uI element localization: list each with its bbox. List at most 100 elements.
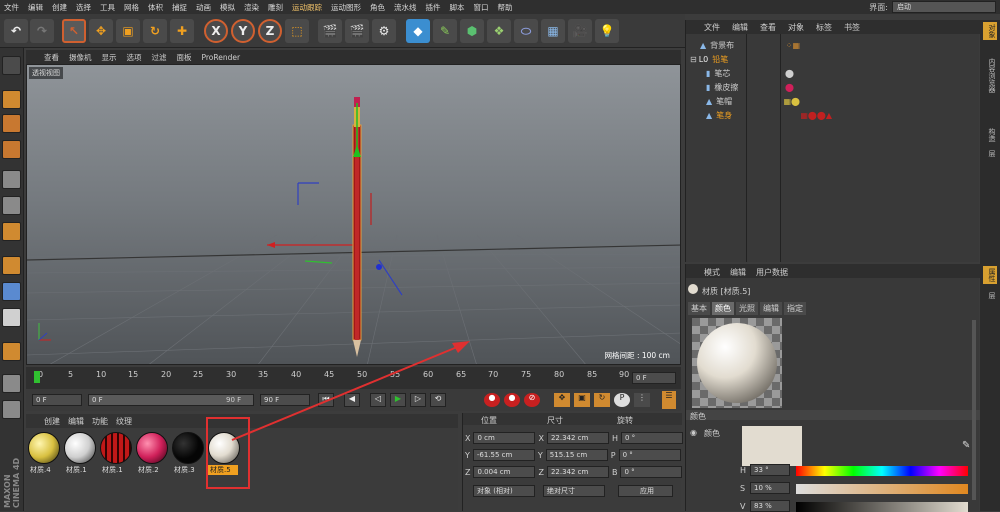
h-field[interactable]: 33 °: [750, 464, 790, 476]
subtab-lighting[interactable]: 光照: [736, 302, 758, 315]
menu-snap[interactable]: 捕捉: [172, 2, 187, 13]
autokey-icon[interactable]: ●: [504, 393, 520, 407]
axis-mode-icon[interactable]: [2, 256, 21, 275]
rot-h-field[interactable]: 0 °: [620, 432, 683, 444]
material-item[interactable]: 材质.3: [172, 432, 205, 478]
side-tab-structure[interactable]: 构造: [983, 126, 997, 144]
mat-menu-texture[interactable]: 纹理: [116, 416, 132, 427]
polygons-mode-icon[interactable]: [2, 222, 21, 241]
menu-animate[interactable]: 动画: [196, 2, 211, 13]
side-tab-objects[interactable]: 对象: [983, 22, 997, 40]
play-icon[interactable]: ▶: [390, 393, 406, 407]
render-settings-icon[interactable]: ⚙: [372, 19, 396, 43]
magnet-icon[interactable]: [2, 342, 21, 361]
light-icon[interactable]: 💡: [595, 19, 619, 43]
object-row[interactable]: ▮ 橡皮擦 ⬤: [686, 80, 980, 94]
keyframe-selection-icon[interactable]: ⊘: [524, 393, 540, 407]
object-row[interactable]: ▮ 笔芯 ⬤: [686, 66, 980, 80]
array-icon[interactable]: ❖: [487, 19, 511, 43]
menu-window[interactable]: 窗口: [474, 2, 489, 13]
menu-render[interactable]: 渲染: [244, 2, 259, 13]
eyedropper-icon[interactable]: ✎: [962, 440, 970, 451]
tweak-icon[interactable]: [2, 282, 21, 301]
side-tab-layers[interactable]: 层: [983, 148, 997, 159]
menu-sculpt[interactable]: 雕刻: [268, 2, 283, 13]
render-picture-icon[interactable]: 🎬: [345, 19, 369, 43]
vp-menu-view[interactable]: 查看: [44, 52, 59, 63]
menu-edit[interactable]: 编辑: [28, 2, 43, 13]
object-row[interactable]: ▲ 笔帽 ▦⬤: [686, 94, 980, 108]
subdivision-icon[interactable]: ⬢: [460, 19, 484, 43]
size-x-field[interactable]: 22.342 cm: [546, 432, 609, 444]
deformer-icon[interactable]: ⬭: [514, 19, 538, 43]
s-field[interactable]: 10 %: [750, 482, 790, 494]
points-mode-icon[interactable]: [2, 170, 21, 189]
prev-frame-icon[interactable]: ◁: [370, 393, 386, 407]
vp-menu-filter[interactable]: 过滤: [152, 52, 167, 63]
redo-icon[interactable]: ↷: [30, 19, 54, 43]
menu-character[interactable]: 角色: [370, 2, 385, 13]
vp-menu-panel[interactable]: 面板: [177, 52, 192, 63]
floor-icon[interactable]: ▦: [541, 19, 565, 43]
subtab-assign[interactable]: 指定: [784, 302, 806, 315]
v-field[interactable]: 83 %: [750, 500, 790, 512]
perspective-viewport[interactable]: 透视视图 网格间距 : 100 cm: [26, 64, 681, 365]
next-frame-icon[interactable]: ▷: [410, 393, 426, 407]
key-position-icon[interactable]: ✥: [554, 393, 570, 407]
subtab-editor[interactable]: 编辑: [760, 302, 782, 315]
vp-menu-prorender[interactable]: ProRender: [202, 53, 241, 62]
key-param-icon[interactable]: P: [614, 393, 630, 407]
camera-icon[interactable]: 🎥: [568, 19, 592, 43]
z-axis-button[interactable]: Z: [258, 19, 282, 43]
y-axis-button[interactable]: Y: [231, 19, 255, 43]
key-rotation-icon[interactable]: ↻: [594, 393, 610, 407]
move-icon[interactable]: ✥: [89, 19, 113, 43]
obj-menu-object[interactable]: 对象: [788, 22, 804, 33]
record-icon[interactable]: ●: [484, 393, 500, 407]
vp-menu-camera[interactable]: 摄像机: [69, 52, 92, 63]
workplane-icon[interactable]: [2, 140, 21, 159]
obj-menu-edit[interactable]: 编辑: [732, 22, 748, 33]
goto-start-icon[interactable]: ⏮: [318, 393, 334, 407]
cube-icon[interactable]: ◆: [406, 19, 430, 43]
prev-key-icon[interactable]: ◀: [344, 393, 360, 407]
start-frame-field[interactable]: 0 F: [32, 394, 82, 406]
layout-select[interactable]: 启动: [892, 1, 996, 13]
menu-tools[interactable]: 工具: [100, 2, 115, 13]
subtab-color[interactable]: 颜色: [712, 302, 734, 315]
pos-y-field[interactable]: -61.55 cm: [472, 449, 535, 461]
subtab-basic[interactable]: 基本: [688, 302, 710, 315]
menu-plugins[interactable]: 插件: [426, 2, 441, 13]
live-select-icon[interactable]: ↖: [62, 19, 86, 43]
playhead[interactable]: [34, 371, 40, 383]
rot-p-field[interactable]: 0 °: [618, 449, 681, 461]
snap-icon[interactable]: [2, 308, 21, 327]
side-tab-layer[interactable]: 层: [983, 290, 997, 301]
key-point-icon[interactable]: ⋮: [634, 393, 650, 407]
menu-script[interactable]: 脚本: [450, 2, 465, 13]
attr-menu-edit[interactable]: 编辑: [730, 267, 746, 278]
menu-simulate[interactable]: 模拟: [220, 2, 235, 13]
coord-mode-select[interactable]: 对象 (相对): [473, 485, 535, 497]
key-scale-icon[interactable]: ▣: [574, 393, 590, 407]
timeline-icon[interactable]: ☰: [662, 391, 676, 409]
x-axis-button[interactable]: X: [204, 19, 228, 43]
coordinate-system-icon[interactable]: ⬚: [285, 19, 309, 43]
menu-select[interactable]: 选择: [76, 2, 91, 13]
checker-icon[interactable]: [2, 374, 21, 393]
menu-mesh[interactable]: 网格: [124, 2, 139, 13]
obj-menu-file[interactable]: 文件: [704, 22, 720, 33]
menu-file[interactable]: 文件: [4, 2, 19, 13]
model-mode-icon[interactable]: [2, 90, 21, 109]
obj-menu-view[interactable]: 查看: [760, 22, 776, 33]
material-item[interactable]: 材质.2: [136, 432, 169, 478]
loop-icon[interactable]: ⟲: [430, 393, 446, 407]
material-item[interactable]: 材质.1: [100, 432, 133, 478]
attr-menu-mode[interactable]: 模式: [704, 267, 720, 278]
apply-button[interactable]: 应用: [618, 485, 673, 497]
scrollbar[interactable]: [972, 320, 976, 500]
radio-icon[interactable]: ◉: [690, 428, 697, 437]
menu-motion-tracking[interactable]: 运动跟踪: [292, 2, 322, 13]
attr-menu-userdata[interactable]: 用户数据: [756, 267, 788, 278]
end-frame-field[interactable]: 90 F: [260, 394, 310, 406]
